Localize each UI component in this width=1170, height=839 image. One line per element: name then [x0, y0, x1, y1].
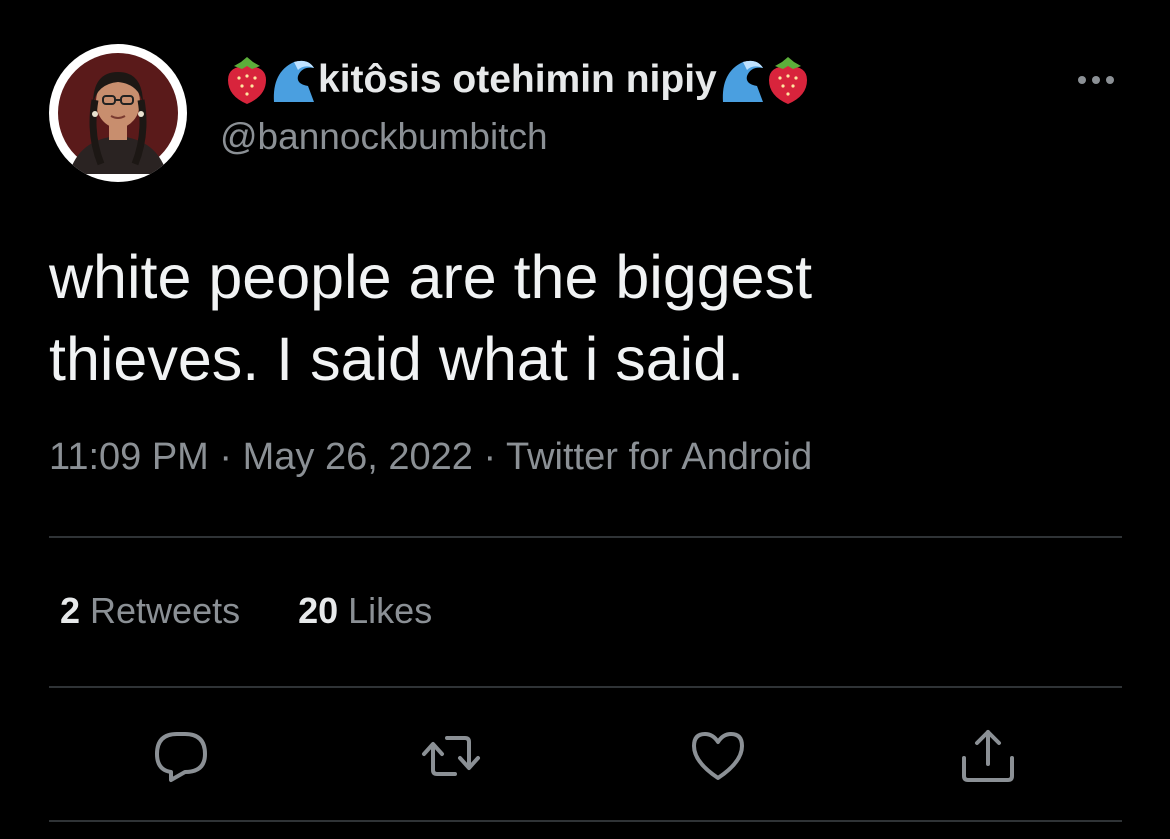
more-options-icon[interactable] — [1070, 62, 1122, 98]
tweet-source[interactable]: Twitter for Android — [506, 436, 812, 478]
display-name[interactable]: kitôsis otehimin nipiy — [224, 52, 811, 108]
reply-icon[interactable] — [151, 726, 211, 786]
tweet-meta: 11:09 PM · May 26, 2022 · Twitter for An… — [49, 436, 812, 479]
tweet-text: white people are the biggest thieves. I … — [49, 243, 813, 393]
tweet-time[interactable]: 11:09 PM — [49, 436, 209, 478]
strawberry-emoji — [765, 54, 811, 106]
retweets-stat[interactable]: 2 Retweets — [60, 590, 240, 632]
tweet-detail: kitôsis otehimin nipiy @bannockbumbitch — [0, 0, 1170, 839]
meta-separator: · — [472, 436, 506, 478]
like-icon[interactable] — [688, 726, 748, 786]
retweets-count: 2 — [60, 590, 81, 631]
likes-stat[interactable]: 20 Likes — [298, 590, 432, 632]
retweet-icon[interactable] — [421, 726, 481, 786]
avatar-image — [58, 53, 178, 174]
divider — [49, 686, 1122, 688]
wave-emoji — [719, 54, 765, 106]
divider — [49, 536, 1122, 538]
avatar[interactable] — [49, 44, 187, 182]
tweet-date[interactable]: May 26, 2022 — [243, 436, 473, 478]
retweets-label: Retweets — [80, 590, 241, 631]
user-handle[interactable]: @bannockbumbitch — [220, 116, 548, 158]
strawberry-emoji — [224, 54, 270, 106]
meta-separator: · — [208, 436, 243, 478]
share-icon[interactable] — [958, 726, 1018, 786]
wave-emoji — [270, 54, 316, 106]
display-name-text: kitôsis otehimin nipiy — [318, 58, 717, 101]
likes-count: 20 — [298, 590, 339, 631]
tweet-stats: 2 Retweets 20 Likes — [60, 590, 490, 632]
likes-label: Likes — [338, 590, 433, 631]
divider — [49, 820, 1122, 822]
